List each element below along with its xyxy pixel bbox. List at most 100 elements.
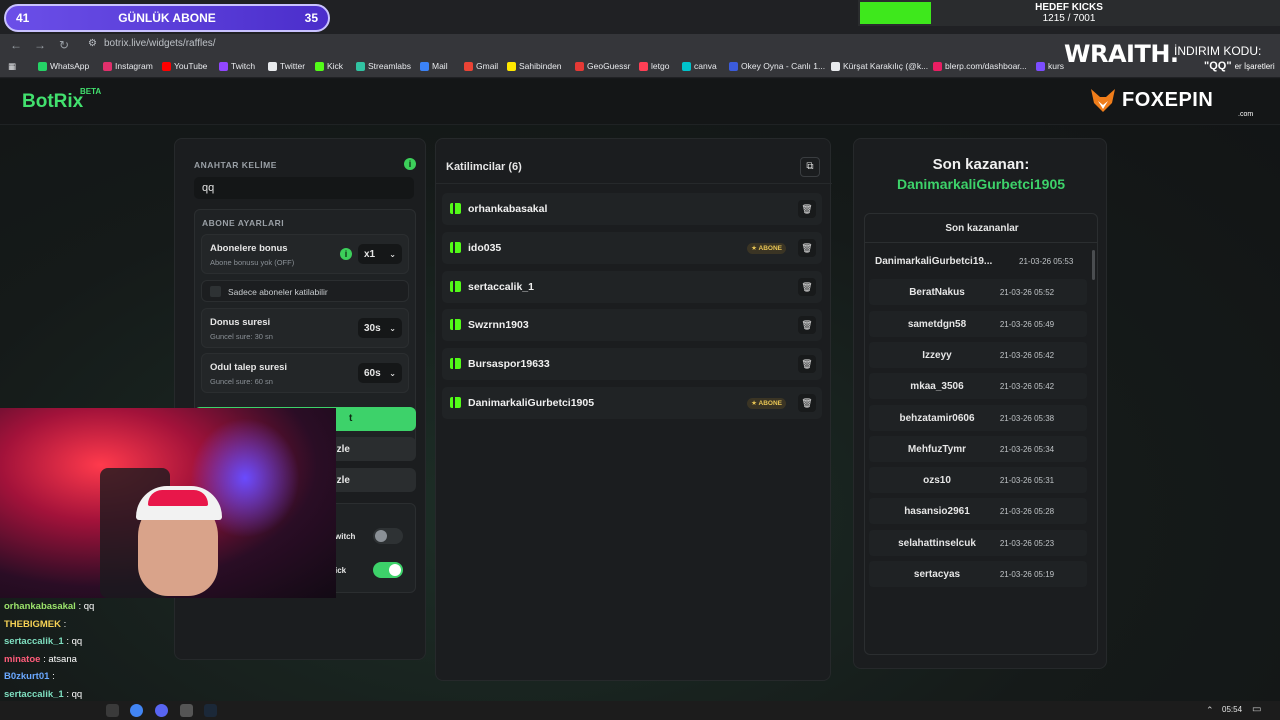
bookmark-icon	[356, 61, 365, 71]
webcam-overlay	[0, 408, 336, 598]
chat-text: :	[52, 671, 55, 682]
bookmark-item[interactable]: Sahibinden	[507, 61, 562, 71]
keyword-input[interactable]: qq	[194, 177, 414, 199]
winner-history-row: BeratNakus 21-03-26 05:52	[869, 279, 1087, 306]
bookmark-item[interactable]: Kick	[315, 61, 343, 71]
bookmark-item[interactable]: canva	[682, 61, 717, 71]
chat-username: sertaccalik_1	[4, 636, 64, 647]
winner-history-row: selahattinselcuk 21-03-26 05:23	[869, 529, 1087, 556]
winner-history-date: 21-03-26 05:53	[1019, 257, 1074, 266]
bookmark-item[interactable]: letgo	[639, 61, 669, 71]
winner-history-name: hasansio2961	[904, 506, 970, 518]
bookmark-icon	[103, 61, 112, 71]
winner-history-date: 21-03-26 05:19	[999, 570, 1055, 579]
participant-row: ido035 ★ ABONE 🗑	[442, 231, 822, 264]
trash-icon[interactable]: 🗑	[798, 316, 816, 335]
obs-icon[interactable]	[180, 704, 193, 717]
winner-history-title: Son kazananlar	[945, 223, 1019, 234]
winner-history-name: selahattinselcuk	[898, 537, 976, 549]
steam-icon[interactable]	[204, 704, 217, 717]
back-icon[interactable]: ←	[8, 37, 24, 53]
chrome-icon[interactable]	[130, 704, 143, 717]
twitch-toggle[interactable]	[373, 528, 403, 544]
bookmark-icon	[38, 61, 47, 71]
bookmark-item[interactable]: blerp.com/dashboar...	[933, 61, 1027, 71]
kick-icon	[450, 280, 461, 292]
kick-toggle[interactable]	[373, 562, 403, 578]
winner-history-name: DanimarkaliGurbetci19...	[875, 256, 993, 267]
trash-icon[interactable]: 🗑	[798, 277, 816, 296]
bookmark-item[interactable]: Kürşat Karakılıç (@k...	[831, 61, 928, 71]
chat-text: :	[63, 618, 67, 630]
notification-icon[interactable]: ▭	[1252, 704, 1261, 715]
only-subs-row[interactable]: Sadece aboneler katilabilir	[201, 280, 409, 302]
claim-select[interactable]: 60s ⌄	[358, 363, 402, 383]
trash-icon[interactable]: 🗑	[798, 238, 816, 257]
foxepin-logo: FOXEPIN .com	[1088, 85, 1253, 118]
bookmark-icon	[682, 61, 691, 71]
taskbar: ⌃ 05:54 ▭	[0, 701, 1280, 720]
bookmark-item[interactable]: Twitter	[268, 61, 305, 71]
participant-row: sertaccalik_1 🗑	[442, 270, 822, 303]
bookmark-item[interactable]: Okey Oyna - Canlı 1...	[729, 61, 825, 71]
copy-icon[interactable]: ⧉	[800, 157, 820, 177]
bookmark-item[interactable]: Twitch	[219, 61, 255, 71]
bookmark-icon	[831, 61, 840, 71]
forward-icon[interactable]: →	[32, 37, 48, 53]
only-subs-checkbox[interactable]	[210, 286, 221, 297]
bookmark-icon	[464, 61, 473, 71]
scrollbar-thumb[interactable]	[1092, 250, 1095, 280]
url-input[interactable]: botrix.live/widgets/raffles/	[104, 38, 216, 49]
bookmark-label: Twitter	[280, 61, 306, 71]
info-icon[interactable]: i	[404, 158, 416, 170]
last-winner-label: Son kazanan:	[932, 156, 1030, 173]
chevron-down-icon: ⌄	[389, 249, 396, 259]
bookmark-item[interactable]: YouTube	[162, 61, 207, 71]
bookmark-label: Gmail	[476, 61, 499, 71]
chat-message: THEBIGMEK :	[4, 616, 96, 634]
info-icon[interactable]: i	[340, 248, 352, 260]
winner-history-date: 21-03-26 05:23	[999, 538, 1055, 548]
winner-history-name: behzatamir0606	[899, 412, 975, 424]
participant-row: Swzrnn1903 🗑	[442, 309, 822, 342]
sub-bonus-select[interactable]: x1 ⌄	[358, 244, 402, 264]
claim-row: Odul talep suresi Guncel sure: 60 sn 60s…	[201, 353, 409, 393]
bookmark-item[interactable]: WhatsApp	[38, 61, 89, 71]
trash-icon[interactable]: 🗑	[798, 394, 816, 412]
bookmark-item[interactable]: Streamlabs	[356, 61, 411, 71]
participant-name: Swzrnn1903	[468, 319, 529, 332]
bookmark-item[interactable]: Instagram	[103, 61, 153, 71]
app-header: BotRix BETA FOXEPIN .com	[0, 79, 1280, 125]
winner-history-name: MehfuzTymr	[907, 443, 967, 455]
chat-message: sertaccalik_1 : qq	[4, 633, 96, 651]
winner-history-date: 21-03-26 05:42	[999, 350, 1055, 360]
winner-history-row: sertacyas 21-03-26 05:19	[869, 561, 1087, 587]
bookmark-item[interactable]: Gmail	[464, 61, 498, 71]
reload-icon[interactable]: ↻	[56, 37, 72, 53]
sub-goal-target: 35	[304, 11, 318, 25]
botrix-logo[interactable]: BotRix	[22, 91, 83, 113]
bookmark-item[interactable]: kurs	[1036, 61, 1064, 71]
bookmark-icon	[420, 61, 429, 71]
site-info-icon[interactable]: ⚙	[88, 38, 97, 49]
bookmark-icon	[315, 61, 324, 71]
bookmark-label: canva	[694, 61, 717, 71]
winner-history-row: ozs10 21-03-26 05:31	[869, 467, 1087, 494]
files-icon[interactable]	[106, 704, 119, 717]
duration-select[interactable]: 30s ⌄	[358, 318, 402, 338]
discord-icon[interactable]	[155, 704, 168, 717]
sub-bonus-row: Abonelere bonus Abone bonusu yok (OFF) i…	[201, 234, 409, 274]
trash-icon[interactable]: 🗑	[798, 200, 816, 218]
winner-history-row: MehfuzTymr 21-03-26 05:34	[869, 435, 1087, 462]
apps-icon[interactable]: ▦	[8, 61, 16, 72]
winner-history-row: mkaa_3506 21-03-26 05:42	[869, 373, 1087, 400]
trash-icon[interactable]: 🗑	[798, 355, 816, 374]
chat-message: orhankabasakal : qq	[4, 598, 96, 616]
bookmark-item[interactable]: Mail	[420, 61, 448, 71]
duration-row: Donus suresi Guncel sure: 30 sn 30s ⌄	[201, 308, 409, 348]
tray-chevron-icon[interactable]: ⌃	[1206, 705, 1214, 716]
bookmark-item[interactable]: GeoGuessr	[575, 61, 630, 71]
winner-history-date: 21-03-26 05:31	[999, 476, 1055, 486]
chat-username: minatoe	[4, 653, 41, 665]
chat-text: : atsana	[43, 653, 77, 665]
